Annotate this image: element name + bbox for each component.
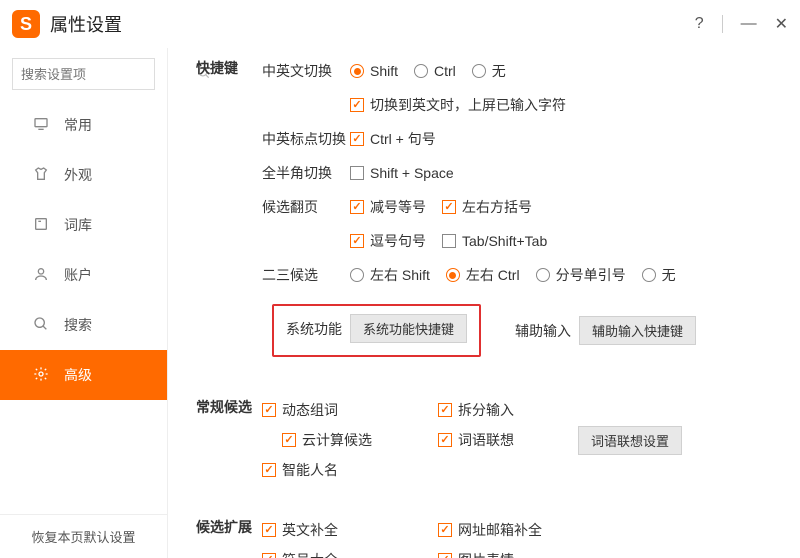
- radio-lr-shift[interactable]: 左右 Shift: [350, 265, 430, 285]
- check-shift-space[interactable]: Shift + Space: [350, 165, 454, 181]
- sidebar-item-dictionary[interactable]: 词库: [0, 200, 167, 250]
- close-button[interactable]: ✕: [775, 14, 788, 34]
- titlebar: S 属性设置 ? — ✕: [0, 0, 800, 48]
- sidebar-item-advanced[interactable]: 高级: [0, 350, 167, 400]
- row-label-two-three: 二三候选: [262, 265, 350, 285]
- check-brackets[interactable]: 左右方括号: [442, 197, 532, 217]
- sidebar-item-search[interactable]: 搜索: [0, 300, 167, 350]
- monitor-icon: [32, 116, 50, 135]
- section-title: 常规候选: [196, 395, 262, 485]
- radio-lr-ctrl[interactable]: 左右 Ctrl: [446, 265, 520, 285]
- radio-semi-quote[interactable]: 分号单引号: [536, 265, 626, 285]
- section-hotkey: 快捷键 中英文切换 Shift Ctrl 无 切换到英文时，上屏已输入字符 中英…: [196, 56, 782, 365]
- restore-defaults-button[interactable]: 恢复本页默认设置: [0, 514, 167, 558]
- check-smart-name[interactable]: 智能人名: [262, 460, 338, 480]
- check-dynamic[interactable]: 动态组词: [262, 400, 338, 420]
- sidebar-item-label: 常用: [64, 115, 92, 135]
- check-eng-complete[interactable]: 英文补全: [262, 520, 338, 540]
- check-minus-equal[interactable]: 减号等号: [350, 197, 426, 217]
- separator: [722, 15, 723, 33]
- row-label-punct: 中英标点切换: [262, 129, 350, 149]
- search-nav-icon: [32, 316, 50, 335]
- help-button[interactable]: ?: [695, 15, 704, 33]
- search-input-wrap[interactable]: [12, 58, 155, 90]
- highlight-box: 系统功能 系统功能快捷键: [272, 304, 481, 357]
- section-title: 快捷键: [196, 56, 262, 365]
- check-tab[interactable]: Tab/Shift+Tab: [442, 233, 547, 249]
- check-url-mail[interactable]: 网址邮箱补全: [438, 520, 542, 540]
- app-logo: S: [12, 10, 40, 38]
- sidebar-item-label: 外观: [64, 165, 92, 185]
- check-commit-on-en[interactable]: 切换到英文时，上屏已输入字符: [350, 95, 566, 115]
- section-general: 常规候选 动态组词 拆分输入 云计算候选 词语联想 词语联想设置 智能人名: [196, 395, 782, 485]
- sidebar-item-common[interactable]: 常用: [0, 100, 167, 150]
- sidebar-item-label: 账户: [64, 265, 92, 285]
- sidebar-item-label: 高级: [64, 365, 92, 385]
- check-ctrl-period[interactable]: Ctrl + 句号: [350, 129, 436, 149]
- row-label-full-half: 全半角切换: [262, 163, 350, 183]
- row-label-page: 候选翻页: [262, 197, 350, 217]
- row-label-cn-en: 中英文切换: [262, 61, 350, 81]
- section-title: 候选扩展: [196, 515, 262, 558]
- check-pic-emoji[interactable]: 图片表情: [438, 550, 514, 558]
- gear-icon: [32, 366, 50, 385]
- sys-hotkey-button[interactable]: 系统功能快捷键: [350, 314, 467, 343]
- radio-ctrl[interactable]: Ctrl: [414, 63, 456, 79]
- word-assoc-settings-button[interactable]: 词语联想设置: [578, 426, 682, 455]
- sidebar-item-label: 搜索: [64, 315, 92, 335]
- label-aux-input: 辅助输入: [515, 321, 571, 341]
- section-extend: 候选扩展 英文补全 网址邮箱补全 符号大全 图片表情: [196, 515, 782, 558]
- radio-shift[interactable]: Shift: [350, 63, 398, 79]
- window-title: 属性设置: [50, 11, 122, 37]
- minimize-button[interactable]: —: [741, 15, 757, 33]
- aux-hotkey-button[interactable]: 辅助输入快捷键: [579, 316, 696, 345]
- dictionary-icon: [32, 216, 50, 235]
- user-icon: [32, 266, 50, 285]
- sidebar-item-label: 词库: [64, 215, 92, 235]
- sidebar-item-appearance[interactable]: 外观: [0, 150, 167, 200]
- radio-none[interactable]: 无: [472, 61, 506, 81]
- shirt-icon: [32, 166, 50, 185]
- check-cloud[interactable]: 云计算候选: [282, 430, 372, 450]
- content-pane: 快捷键 中英文切换 Shift Ctrl 无 切换到英文时，上屏已输入字符 中英…: [168, 48, 800, 558]
- check-split[interactable]: 拆分输入: [438, 400, 514, 420]
- label-sys-func: 系统功能: [286, 319, 342, 339]
- check-symbol[interactable]: 符号大全: [262, 550, 338, 558]
- window-controls: ? — ✕: [695, 14, 788, 34]
- sidebar-item-account[interactable]: 账户: [0, 250, 167, 300]
- sidebar: 常用 外观 词库 账户: [0, 48, 168, 558]
- check-word-assoc[interactable]: 词语联想: [438, 430, 514, 450]
- check-comma-period[interactable]: 逗号句号: [350, 231, 426, 251]
- radio-two-three-none[interactable]: 无: [642, 265, 676, 285]
